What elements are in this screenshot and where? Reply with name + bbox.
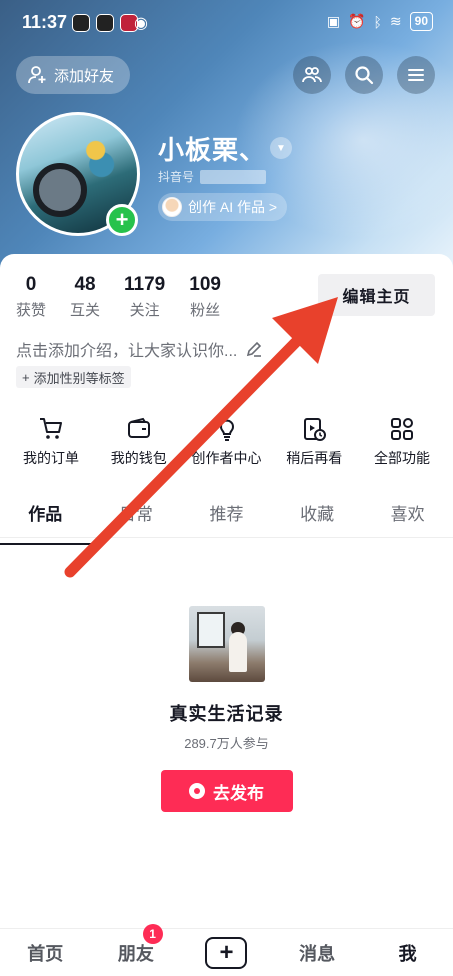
chevron-down-icon[interactable]: ▼: [270, 137, 292, 159]
edit-profile-button[interactable]: 编辑主页: [318, 274, 435, 316]
friends-icon: [302, 67, 322, 83]
publish-button[interactable]: 去发布: [160, 770, 293, 812]
menu-icon: [408, 69, 424, 81]
topic-participants: 289.7万人参与: [184, 736, 269, 751]
func-my-orders[interactable]: 我的订单: [8, 416, 94, 468]
stat-followers[interactable]: 109 粉丝: [189, 274, 221, 320]
wallet-icon: [127, 417, 150, 438]
topic-title: 真实生活记录: [169, 704, 284, 724]
tab-likes[interactable]: 喜欢: [362, 500, 453, 537]
thumbnail-window: [196, 612, 225, 648]
ai-create-chip[interactable]: 创作 AI 作品 >: [158, 193, 288, 221]
publish-label: 去发布: [213, 783, 264, 803]
add-friend-label: 添加好友: [54, 67, 115, 85]
add-friend-button[interactable]: 添加好友: [16, 56, 130, 94]
friends-button[interactable]: [293, 56, 331, 94]
notification-badge: 1: [142, 923, 163, 944]
cart-icon: [40, 418, 62, 439]
func-label: 创作者中心: [191, 450, 262, 466]
add-tag-label: 添加性别等标签: [33, 370, 125, 386]
tab-works[interactable]: 作品: [0, 500, 91, 545]
stat-mutual[interactable]: 48 互关: [70, 274, 100, 320]
app-notification-icon: [72, 14, 90, 32]
func-label: 我的钱包: [110, 450, 167, 466]
alarm-icon: ⏰: [348, 13, 366, 29]
search-button[interactable]: [345, 56, 383, 94]
add-user-icon: [28, 66, 46, 84]
eye-icon: ◉: [134, 15, 148, 32]
douyin-id[interactable]: 抖音号: [158, 168, 267, 185]
stat-value: 48: [74, 274, 96, 295]
avatar-photo-detail: [33, 163, 87, 217]
stat-label: 互关: [70, 302, 101, 319]
content-tabs: 作品 日常 推荐 收藏 喜欢: [0, 500, 453, 545]
status-time: 11:37: [22, 12, 68, 32]
battery-icon: 90: [409, 12, 433, 31]
func-all-features[interactable]: 全部功能: [359, 416, 445, 468]
ai-chip-label: 创作 AI 作品 >: [188, 199, 278, 215]
grid-icon: [391, 418, 413, 440]
func-creator-center[interactable]: 创作者中心: [184, 416, 270, 468]
func-label: 全部功能: [374, 450, 430, 466]
bio-placeholder[interactable]: 点击添加介绍，让大家认识你...: [16, 337, 263, 361]
douyin-id-label: 抖音号: [158, 170, 195, 184]
app-notification-icon: [96, 14, 114, 32]
nickname[interactable]: 小板栗、: [158, 130, 266, 167]
func-label: 稍后再看: [286, 450, 343, 466]
bio-text: 点击添加介绍，让大家认识你...: [16, 343, 238, 360]
nav-messages[interactable]: 消息: [272, 940, 363, 966]
stat-following[interactable]: 1179 关注: [124, 274, 165, 320]
avatar-add-icon[interactable]: +: [106, 204, 138, 236]
stat-value: 0: [25, 274, 37, 295]
watch-later-icon: [304, 418, 327, 441]
douyin-id-redacted: [200, 169, 267, 184]
nfc-icon: ▣: [326, 13, 341, 29]
nav-me[interactable]: 我: [362, 940, 453, 966]
nav-create[interactable]: +: [181, 936, 272, 969]
func-my-wallet[interactable]: 我的钱包: [96, 416, 182, 468]
nav-friends[interactable]: 朋友 1: [91, 923, 182, 966]
bottom-nav: 首页 朋友 1 + 消息 我: [0, 923, 453, 976]
system-status-icons: ▣ ⏰ ᛒ ≋ 90: [327, 12, 433, 31]
profile-stats: 0 获赞 48 互关 1179 关注 109 粉丝: [16, 274, 245, 320]
bulb-icon: [219, 419, 234, 441]
profile-header-banner: 11:37 ◉ ▣ ⏰ ᛒ ≋ 90 添加好友 + 小板栗、 ▼ 抖音号 创作 …: [0, 0, 453, 268]
nav-home[interactable]: 首页: [0, 940, 91, 966]
stat-likes[interactable]: 0 获赞: [16, 274, 46, 320]
search-icon: [355, 66, 374, 85]
tab-daily[interactable]: 日常: [91, 500, 182, 537]
stat-value: 1179: [124, 274, 166, 295]
menu-button[interactable]: [397, 56, 435, 94]
wifi-icon: ≋: [389, 13, 402, 29]
notification-icons: [72, 14, 138, 32]
profile-content-card: 0 获赞 48 互关 1179 关注 109 粉丝 编辑主页 点击添加介绍，让大…: [0, 254, 453, 976]
plus-icon: +: [205, 936, 248, 969]
func-watch-later[interactable]: 稍后再看: [271, 416, 357, 468]
function-shortcuts: 我的订单 我的钱包 创作者中心 稍后再看 全部功能: [0, 416, 453, 468]
camera-icon: [189, 783, 205, 799]
ai-avatar-icon: [162, 197, 182, 217]
thumbnail-person: [228, 632, 247, 672]
stat-label: 粉丝: [190, 302, 221, 319]
status-bar: 11:37 ◉ ▣ ⏰ ᛒ ≋ 90: [0, 10, 453, 36]
topic-thumbnail[interactable]: [188, 606, 265, 682]
tab-recommend[interactable]: 推荐: [181, 500, 272, 537]
bluetooth-icon: ᛒ: [373, 13, 382, 30]
edit-pencil-icon: [247, 341, 262, 357]
nav-friends-label: 朋友: [117, 943, 154, 964]
add-tag-chip[interactable]: + 添加性别等标签: [16, 366, 131, 388]
func-label: 我的订单: [23, 450, 79, 466]
stat-label: 获赞: [16, 302, 47, 319]
plus-icon: +: [22, 369, 30, 385]
empty-works-prompt: 真实生活记录 289.7万人参与 去发布: [0, 606, 453, 812]
stat-label: 关注: [129, 302, 160, 319]
stat-value: 109: [189, 274, 221, 295]
tab-favorites[interactable]: 收藏: [272, 500, 363, 537]
